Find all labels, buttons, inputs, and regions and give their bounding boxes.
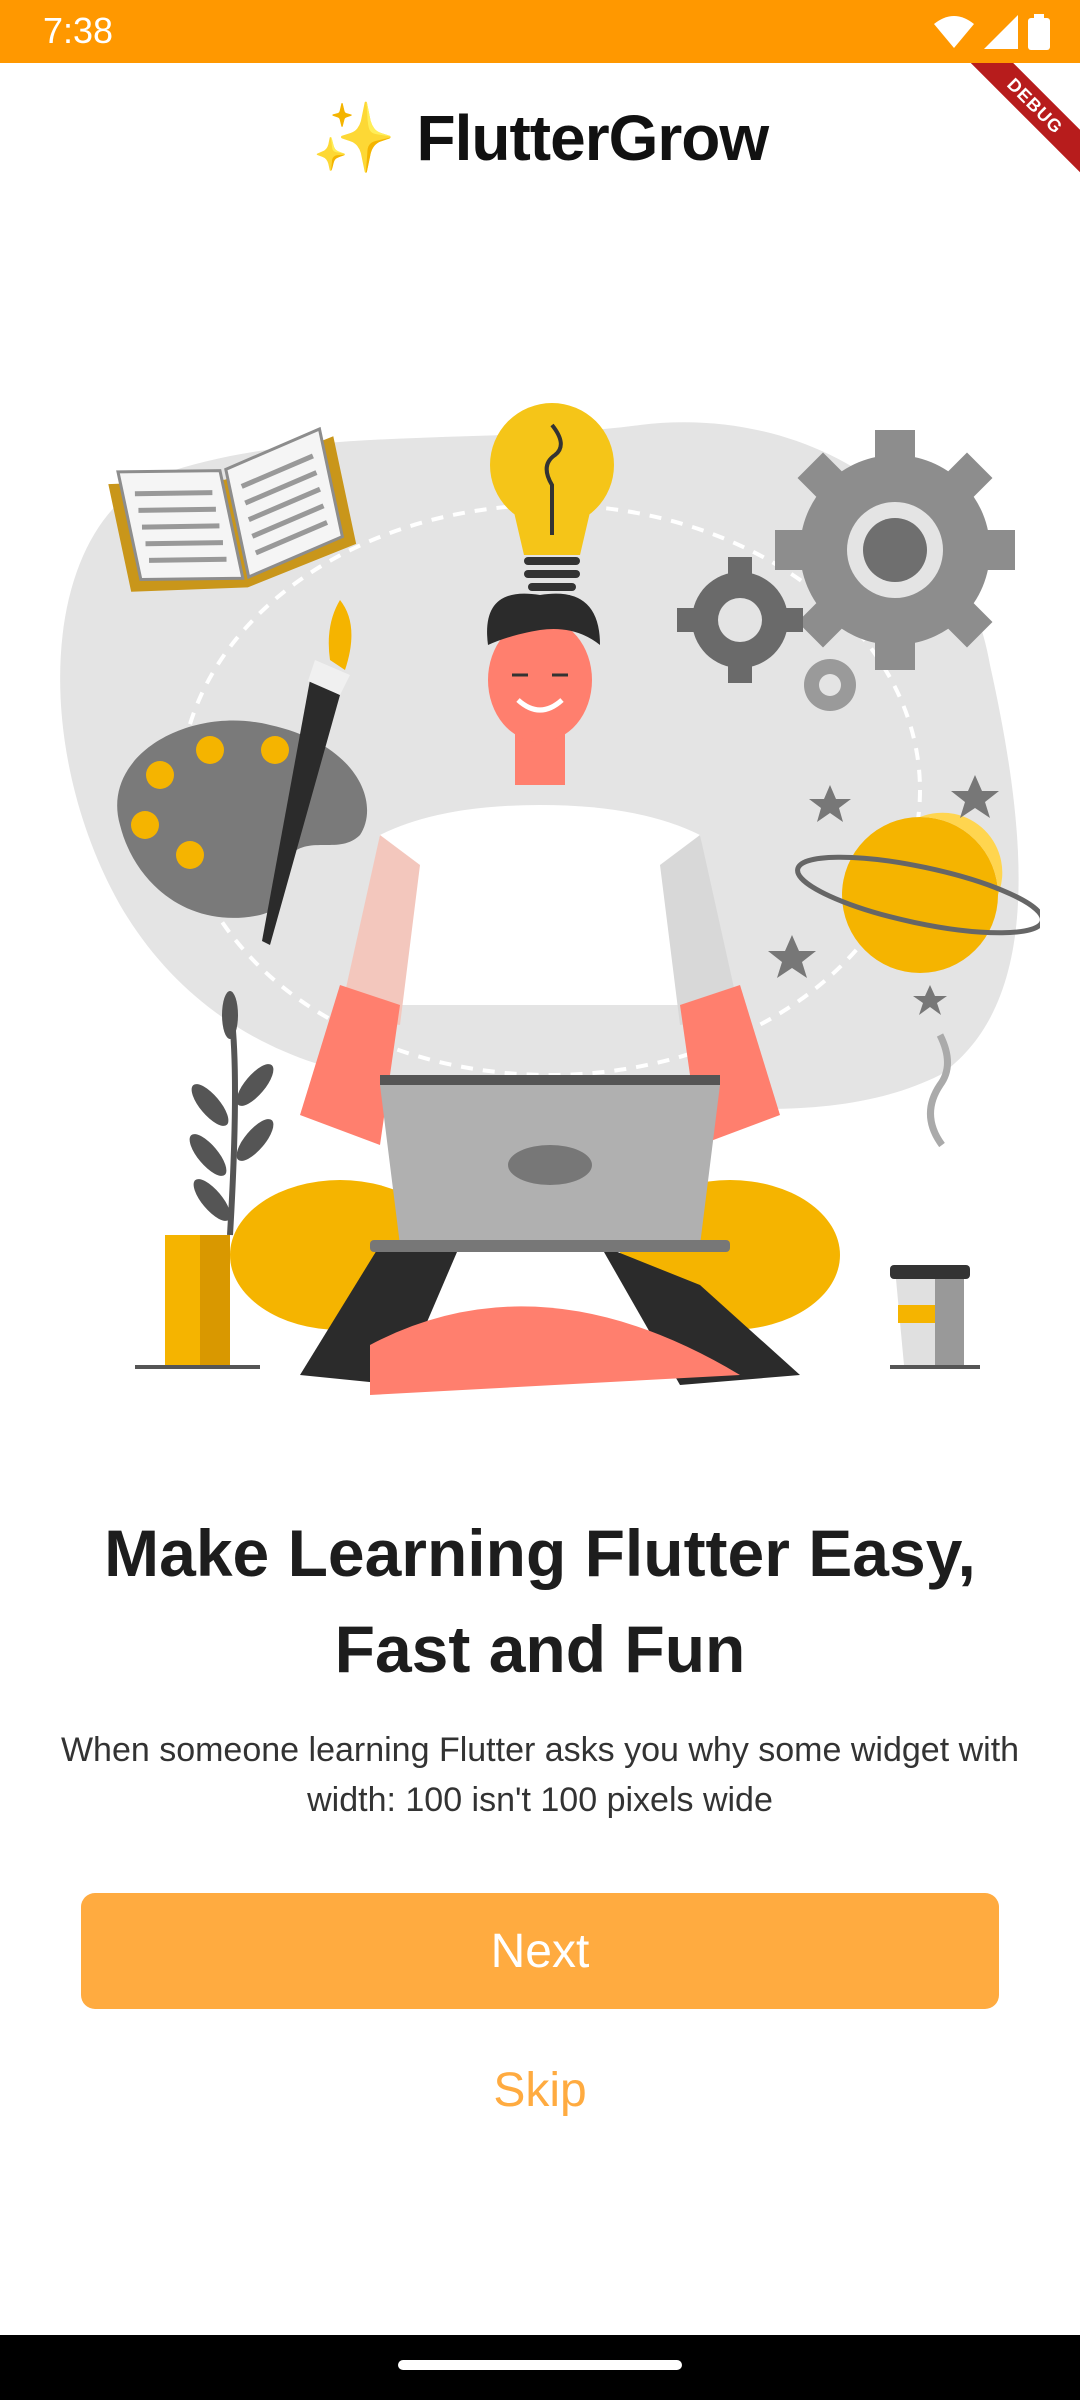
app-header: ✨ FlutterGrow — [0, 95, 1080, 180]
plant-icon — [135, 991, 274, 1369]
home-indicator[interactable] — [398, 2360, 682, 2370]
onboarding-description: When someone learning Flutter asks you w… — [60, 1731, 1020, 1819]
skip-button[interactable]: Skip — [440, 2050, 640, 2130]
onboarding-illustration — [40, 385, 1045, 1405]
status-time: 7:38 — [43, 10, 114, 51]
next-button[interactable]: Next — [81, 1893, 999, 2009]
battery-icon — [1028, 14, 1050, 50]
app-title: FlutterGrow — [416, 101, 770, 174]
sparkle-icon: ✨ — [311, 99, 397, 176]
wifi-icon — [934, 16, 974, 48]
status-icons — [934, 12, 1050, 52]
navigation-bar — [0, 2335, 1080, 2400]
status-bar: 7:38 — [0, 0, 1080, 63]
signal-icon — [984, 15, 1018, 49]
onboarding-title: Make Learning Flutter Easy, Fast and Fun — [104, 1516, 976, 1686]
